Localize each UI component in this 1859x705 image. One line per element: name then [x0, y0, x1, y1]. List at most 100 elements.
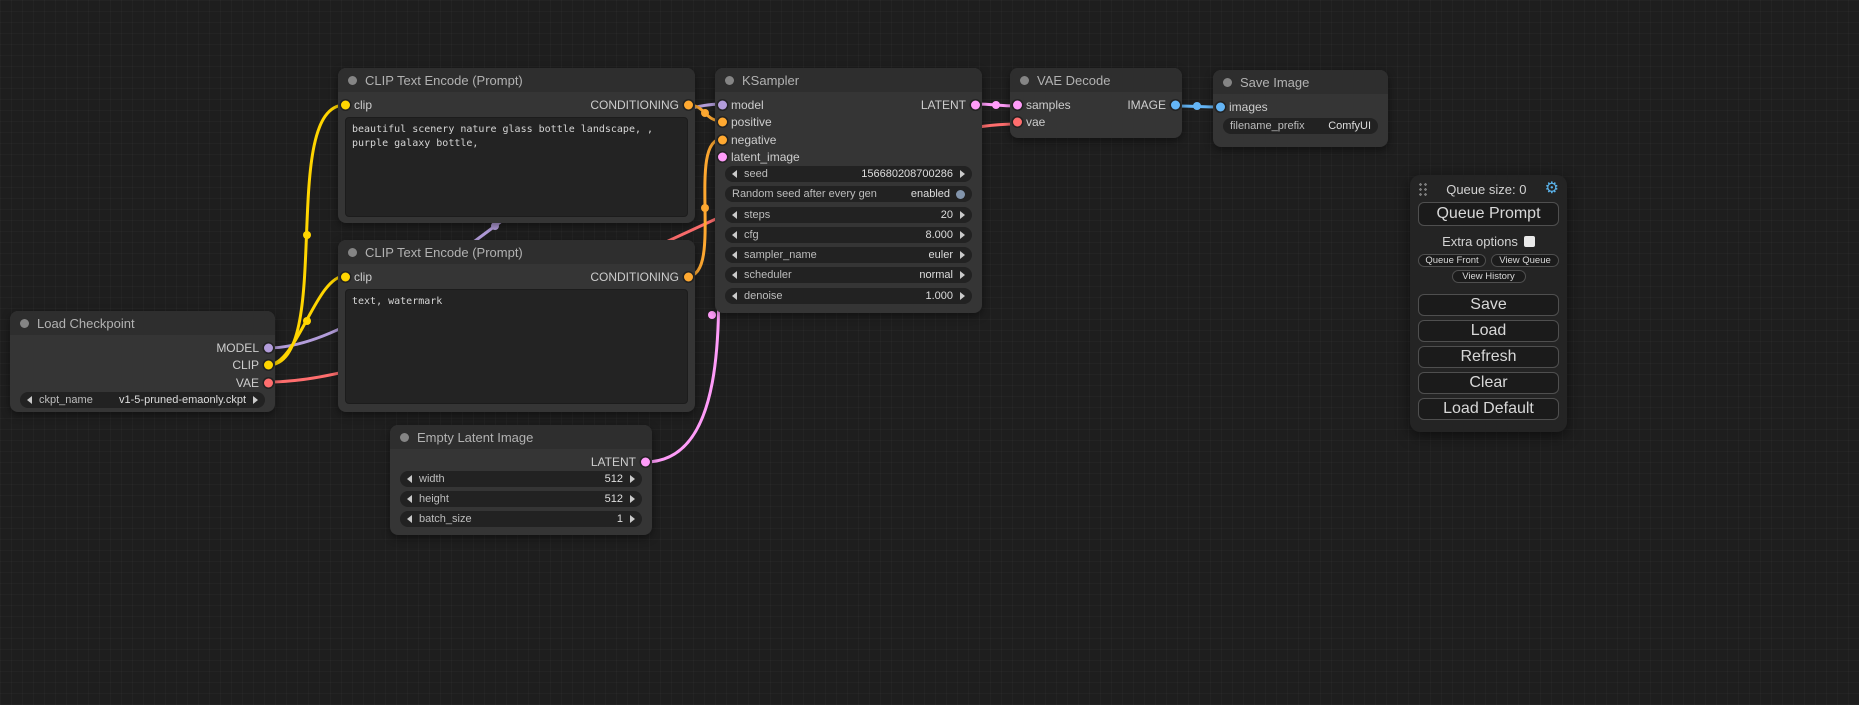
node-ksampler[interactable]: KSampler model positive negative latent_…	[715, 68, 982, 313]
widget-ckpt-name[interactable]: ckpt_name v1-5-pruned-emaonly.ckpt	[20, 392, 265, 408]
widget-seed[interactable]: seed 156680208700286	[725, 166, 972, 182]
settings-gear-icon[interactable]: ⚙	[1545, 181, 1559, 197]
decrement-arrow-icon[interactable]	[407, 495, 412, 503]
slot-label: clip	[354, 270, 372, 284]
increment-arrow-icon[interactable]	[960, 271, 965, 279]
decrement-arrow-icon[interactable]	[732, 211, 737, 219]
widget-width[interactable]: width 512	[400, 471, 642, 487]
decrement-arrow-icon[interactable]	[407, 515, 412, 523]
increment-arrow-icon[interactable]	[960, 211, 965, 219]
clear-button[interactable]: Clear	[1418, 372, 1559, 394]
clip-input-dot[interactable]	[341, 272, 350, 281]
slot-row-clip-conditioning: clip CONDITIONING	[338, 268, 695, 286]
node-title-bar[interactable]: VAE Decode	[1010, 68, 1182, 92]
node-vae-decode[interactable]: VAE Decode samples vae IMAGE	[1010, 68, 1182, 138]
clip-output-dot[interactable]	[264, 361, 273, 370]
load-button[interactable]: Load	[1418, 320, 1559, 342]
images-input-dot[interactable]	[1216, 102, 1225, 111]
toggle-indicator-icon[interactable]	[956, 190, 965, 199]
widget-denoise[interactable]: denoise 1.000	[725, 288, 972, 304]
node-title: CLIP Text Encode (Prompt)	[365, 73, 523, 88]
widget-steps[interactable]: steps 20	[725, 207, 972, 223]
node-title-bar[interactable]: Save Image	[1213, 70, 1388, 94]
widget-sampler-name[interactable]: sampler_name euler	[725, 247, 972, 263]
save-button[interactable]: Save	[1418, 294, 1559, 316]
widget-filename-prefix[interactable]: filename_prefix ComfyUI	[1223, 118, 1378, 134]
vae-input-dot[interactable]	[1013, 118, 1022, 127]
latent-output-dot[interactable]	[971, 100, 980, 109]
node-clip-text-encode-negative[interactable]: CLIP Text Encode (Prompt) clip CONDITION…	[338, 240, 695, 412]
node-save-image[interactable]: Save Image images filename_prefix ComfyU…	[1213, 70, 1388, 147]
view-history-button[interactable]: View History	[1452, 270, 1526, 283]
widget-batch-size[interactable]: batch_size 1	[400, 511, 642, 527]
widget-height[interactable]: height 512	[400, 491, 642, 507]
increment-arrow-icon[interactable]	[630, 495, 635, 503]
node-title-bar[interactable]: CLIP Text Encode (Prompt)	[338, 68, 695, 92]
output-slot-model: MODEL	[10, 339, 275, 357]
slot-label: vae	[1026, 115, 1045, 129]
node-title: KSampler	[742, 73, 799, 88]
positive-prompt-textarea[interactable]: beautiful scenery nature glass bottle la…	[345, 117, 688, 217]
decrement-arrow-icon[interactable]	[27, 396, 32, 404]
decrement-arrow-icon[interactable]	[407, 475, 412, 483]
increment-arrow-icon[interactable]	[630, 515, 635, 523]
negative-prompt-textarea[interactable]: text, watermark	[345, 289, 688, 404]
image-output-dot[interactable]	[1171, 100, 1180, 109]
output-slot-clip: CLIP	[10, 357, 275, 375]
widget-cfg[interactable]: cfg 8.000	[725, 227, 972, 243]
wire-midpoint-dot	[708, 311, 716, 319]
decrement-arrow-icon[interactable]	[732, 251, 737, 259]
node-title-bar[interactable]: CLIP Text Encode (Prompt)	[338, 240, 695, 264]
increment-arrow-icon[interactable]	[960, 231, 965, 239]
queue-prompt-button[interactable]: Queue Prompt	[1418, 202, 1559, 226]
node-empty-latent-image[interactable]: Empty Latent Image LATENT width 512 heig…	[390, 425, 652, 535]
wire-midpoint-dot	[491, 222, 499, 230]
widget-value: 8.000	[925, 229, 953, 241]
node-title-bar[interactable]: Empty Latent Image	[390, 425, 652, 449]
queue-front-button[interactable]: Queue Front	[1418, 254, 1486, 267]
decrement-arrow-icon[interactable]	[732, 271, 737, 279]
negative-input-dot[interactable]	[718, 135, 727, 144]
view-queue-button[interactable]: View Queue	[1491, 254, 1559, 267]
model-output-dot[interactable]	[264, 343, 273, 352]
decrement-arrow-icon[interactable]	[732, 292, 737, 300]
collapse-dot-icon[interactable]	[1223, 78, 1232, 87]
positive-input-dot[interactable]	[718, 118, 727, 127]
collapse-dot-icon[interactable]	[348, 76, 357, 85]
load-default-button[interactable]: Load Default	[1418, 398, 1559, 420]
latent-output-dot[interactable]	[641, 457, 650, 466]
collapse-dot-icon[interactable]	[400, 433, 409, 442]
refresh-button[interactable]: Refresh	[1418, 346, 1559, 368]
slot-label: positive	[731, 115, 772, 129]
conditioning-output-dot[interactable]	[684, 100, 693, 109]
extra-options-checkbox[interactable]	[1524, 236, 1535, 247]
collapse-dot-icon[interactable]	[348, 248, 357, 257]
increment-arrow-icon[interactable]	[253, 396, 258, 404]
clip-input-dot[interactable]	[341, 100, 350, 109]
widget-scheduler[interactable]: scheduler normal	[725, 267, 972, 283]
latent-image-input-dot[interactable]	[718, 153, 727, 162]
node-load-checkpoint[interactable]: Load Checkpoint MODEL CLIP VAE ckpt_name…	[10, 311, 275, 412]
collapse-dot-icon[interactable]	[20, 319, 29, 328]
decrement-arrow-icon[interactable]	[732, 170, 737, 178]
increment-arrow-icon[interactable]	[630, 475, 635, 483]
slot-label: clip	[354, 98, 372, 112]
node-title-bar[interactable]: Load Checkpoint	[10, 311, 275, 335]
drag-handle-icon[interactable]	[1418, 182, 1428, 196]
node-clip-text-encode-positive[interactable]: CLIP Text Encode (Prompt) clip CONDITION…	[338, 68, 695, 223]
widget-value: 512	[605, 473, 623, 485]
slot-label: LATENT	[591, 455, 636, 469]
collapse-dot-icon[interactable]	[1020, 76, 1029, 85]
widget-value: ComfyUI	[1328, 120, 1371, 132]
increment-arrow-icon[interactable]	[960, 170, 965, 178]
increment-arrow-icon[interactable]	[960, 292, 965, 300]
collapse-dot-icon[interactable]	[725, 76, 734, 85]
conditioning-output-dot[interactable]	[684, 272, 693, 281]
widget-random-seed[interactable]: Random seed after every gen enabled	[725, 186, 972, 202]
vae-output-dot[interactable]	[264, 378, 273, 387]
graph-canvas[interactable]: Load Checkpoint MODEL CLIP VAE ckpt_name…	[0, 0, 1859, 705]
slot-label: IMAGE	[1127, 98, 1166, 112]
decrement-arrow-icon[interactable]	[732, 231, 737, 239]
node-title-bar[interactable]: KSampler	[715, 68, 982, 92]
increment-arrow-icon[interactable]	[960, 251, 965, 259]
